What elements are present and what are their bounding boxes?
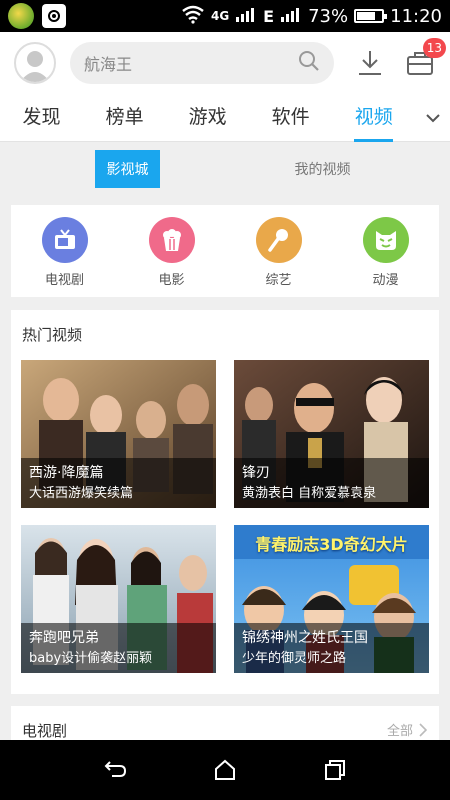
data-type-label: E	[263, 6, 275, 26]
video-subtitle: 黄渤表白 自称爱慕袁泉	[242, 486, 377, 501]
category-anime[interactable]: 动漫	[332, 205, 439, 297]
tv-icon	[41, 217, 88, 263]
download-icon	[359, 51, 381, 75]
section-title: 热门视频	[22, 326, 83, 344]
video-banner-text: 青春励志3D奇幻大片	[255, 535, 408, 554]
security-app-icon	[42, 4, 66, 28]
video-caption: 奔跑吧兄弟 baby设计偷袭赵丽颖	[21, 623, 216, 673]
user-icon	[20, 51, 50, 82]
video-title: 奔跑吧兄弟	[29, 630, 99, 646]
more-tabs-button[interactable]	[415, 113, 450, 123]
home-button[interactable]	[205, 750, 245, 790]
battery-percent: 73%	[308, 5, 349, 27]
tab-discover[interactable]: 发现	[0, 94, 83, 142]
video-caption: 锦绣神州之姓氏王国 少年的御灵师之路	[234, 623, 429, 673]
search-icon[interactable]	[298, 50, 320, 76]
video-title: 锦绣神州之姓氏王国	[242, 630, 368, 646]
popcorn-icon	[148, 217, 195, 263]
section-title: 电视剧	[22, 722, 68, 740]
chevron-down-icon	[425, 113, 440, 122]
view-all-link[interactable]: 全部	[387, 720, 427, 739]
status-bar: 4G E 73% 11:20	[0, 0, 450, 32]
video-tile[interactable]: 锋刃 黄渤表白 自称爱慕袁泉	[234, 360, 429, 508]
cartoon-face-icon	[362, 217, 409, 263]
network-type-label: 4G	[210, 9, 230, 23]
video-segment-control: 影视城 我的视频	[0, 142, 450, 196]
category-label: 动漫	[372, 273, 399, 288]
video-tile[interactable]: 青春励志3D奇幻大片 锦绣神州之姓氏王国 少年的御灵师之路	[234, 525, 429, 673]
tv-series-card: 电视剧 全部	[11, 706, 439, 740]
category-variety[interactable]: 综艺	[225, 205, 332, 297]
avatar[interactable]	[14, 42, 56, 84]
tab-games[interactable]: 游戏	[166, 94, 249, 142]
tab-software[interactable]: 软件	[249, 94, 332, 142]
category-label: 电视剧	[44, 273, 84, 288]
video-tile[interactable]: 西游·降魔篇 大话西游爆笑续篇	[21, 360, 216, 508]
clock: 11:20	[390, 5, 442, 27]
video-subtitle: 少年的御灵师之路	[242, 651, 347, 666]
category-card: 电视剧 电影 综艺 动漫	[11, 205, 439, 297]
search-input[interactable]: 航海王	[70, 42, 334, 84]
recent-apps-button[interactable]	[315, 750, 355, 790]
category-movie[interactable]: 电影	[118, 205, 225, 297]
download-button[interactable]	[356, 48, 384, 78]
back-button[interactable]	[95, 750, 135, 790]
video-caption: 西游·降魔篇 大话西游爆笑续篇	[21, 458, 216, 508]
view-all-label: 全部	[386, 724, 413, 739]
home-icon	[215, 759, 235, 780]
microphone-icon	[255, 217, 302, 263]
tab-rankings[interactable]: 榜单	[83, 94, 166, 142]
segment-my-videos[interactable]: 我的视频	[280, 150, 365, 188]
segment-film-city[interactable]: 影视城	[95, 150, 160, 188]
wifi-icon	[181, 4, 205, 29]
system-nav-bar	[0, 740, 450, 800]
signal-icon	[235, 6, 257, 27]
back-icon	[104, 761, 127, 777]
app-notification-icon	[8, 3, 34, 29]
chevron-right-icon	[419, 722, 427, 737]
signal-icon-2	[280, 6, 302, 27]
category-label: 综艺	[265, 273, 292, 288]
toolbox-button[interactable]: 13	[406, 38, 446, 78]
app-header: 航海王 13	[0, 32, 450, 94]
video-tile[interactable]: 奔跑吧兄弟 baby设计偷袭赵丽颖	[21, 525, 216, 673]
category-tv[interactable]: 电视剧	[11, 205, 118, 297]
video-caption: 锋刃 黄渤表白 自称爱慕袁泉	[234, 458, 429, 508]
hot-videos-card: 热门视频 西游·降魔篇 大话西游爆笑续篇 锋刃 黄渤表白 自称爱慕袁泉 奔跑吧兄…	[11, 310, 439, 694]
tab-video[interactable]: 视频	[332, 94, 415, 142]
video-subtitle: baby设计偷袭赵丽颖	[29, 651, 153, 666]
search-placeholder: 航海王	[84, 55, 133, 74]
video-title: 锋刃	[242, 465, 270, 481]
main-tabs: 发现 榜单 游戏 软件 视频	[0, 94, 450, 142]
battery-icon	[354, 9, 388, 23]
video-title: 西游·降魔篇	[29, 465, 104, 481]
video-subtitle: 大话西游爆笑续篇	[29, 486, 134, 501]
recent-apps-icon	[325, 760, 345, 780]
notification-badge: 13	[422, 38, 446, 58]
category-label: 电影	[158, 273, 185, 288]
